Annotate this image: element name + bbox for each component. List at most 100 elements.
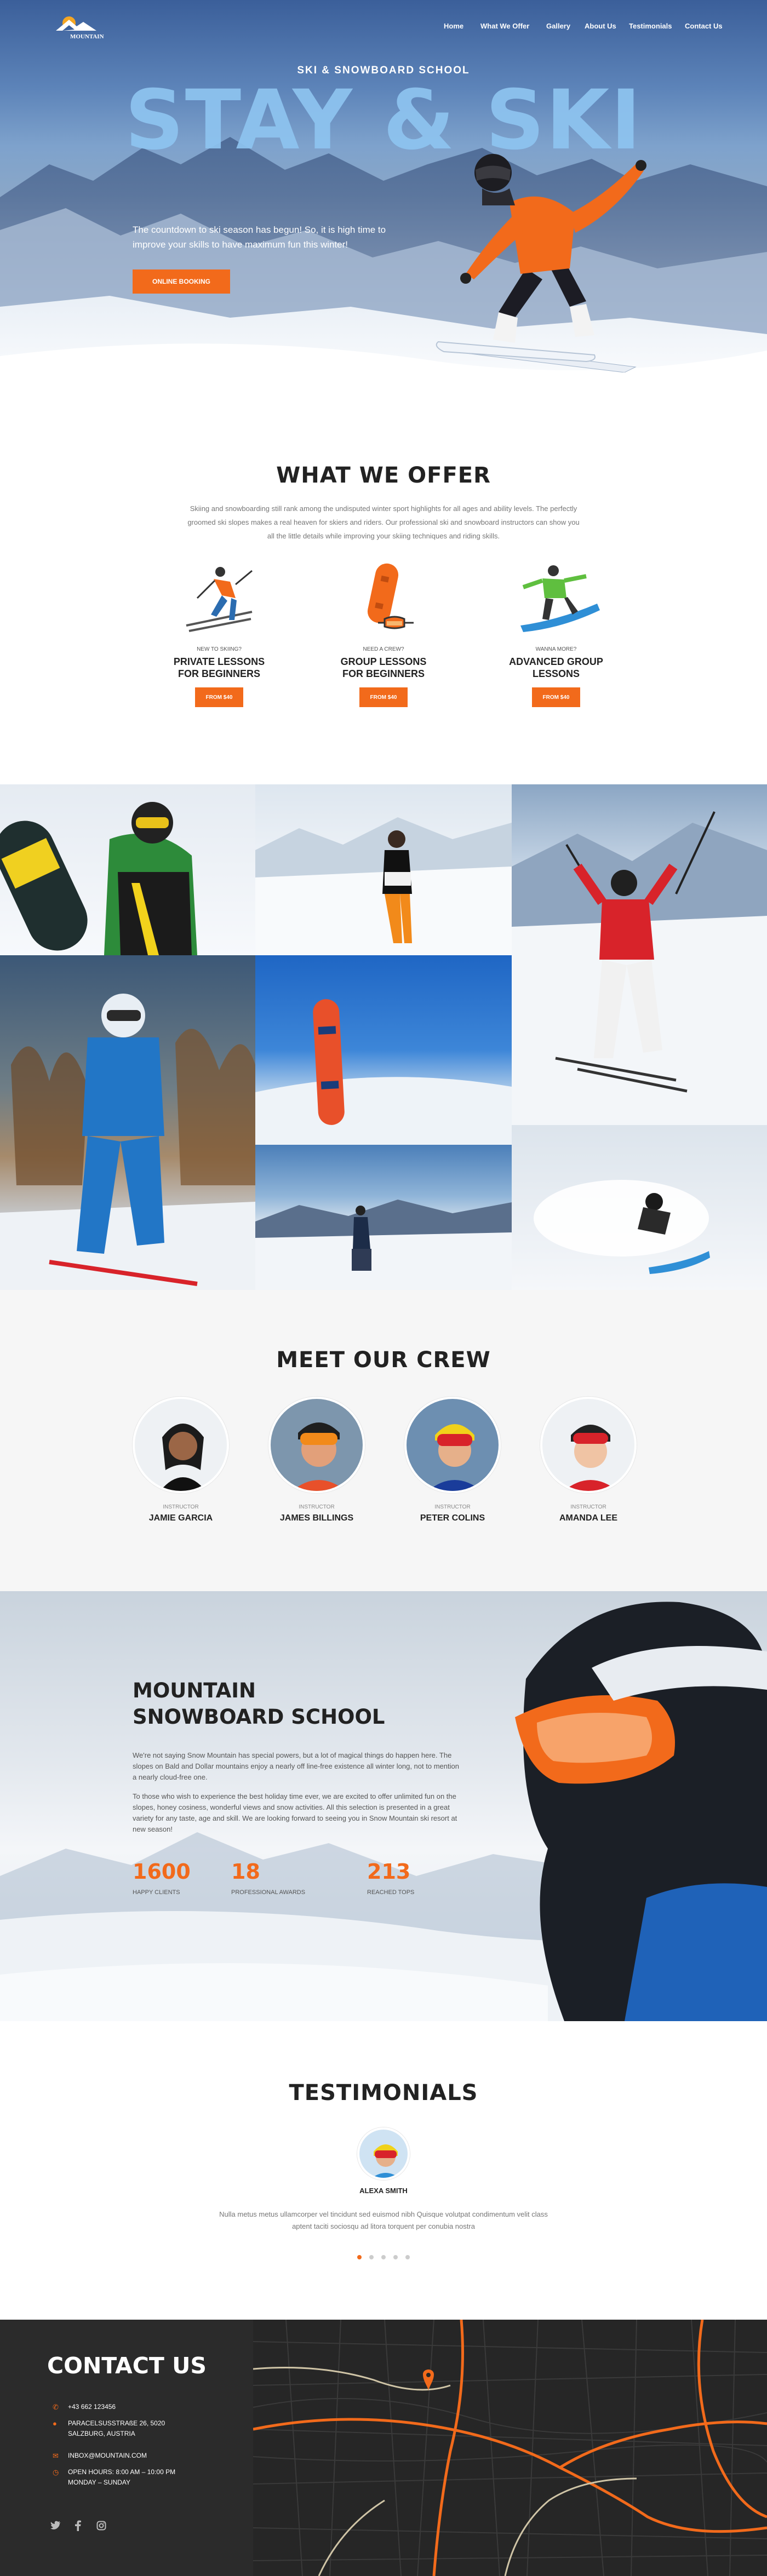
snowboarder-icon (520, 565, 600, 632)
testimonial-quote: Nulla metus metus ullamcorper vel tincid… (219, 2210, 548, 2230)
nav-home[interactable]: Home (444, 22, 463, 30)
offer-price-button[interactable]: FROM $40 (532, 687, 580, 707)
hero-snowboarder-illustration (436, 154, 646, 372)
slider-dot[interactable] (405, 2255, 410, 2259)
skier-icon (186, 567, 253, 632)
logo[interactable]: MOUNTAIN (53, 10, 118, 43)
facebook-icon[interactable] (75, 2520, 81, 2531)
gallery-photo-skier-blue[interactable] (0, 955, 255, 1290)
contact-hours-text: OPEN HOURS: 8:00 AM – 10:00 PM MONDAY – … (68, 2467, 175, 2488)
gallery-photo-skier-red[interactable] (512, 784, 767, 1125)
address-line2: SALZBURG, AUSTRIA (68, 2430, 135, 2437)
crew-card: INSTRUCTOR AMANDA LEE (534, 1397, 643, 1523)
crew-name: JAMIE GARCIA (148, 1513, 213, 1523)
contact-phone: ✆ +43 662 123456 (53, 2402, 116, 2412)
crew-title: MEET OUR CREW (276, 1347, 491, 1373)
crew-card: INSTRUCTOR PETER COLINS (398, 1397, 507, 1523)
school-paragraph-2: To those who wish to experience the best… (133, 1792, 457, 1833)
gallery-photo-snowboarder-spray[interactable] (512, 1125, 767, 1290)
avatar[interactable] (540, 1397, 637, 1493)
stat-label: HAPPY CLIENTS (133, 1889, 180, 1896)
offer-eyebrow: WANNA MORE? (535, 646, 577, 652)
slider-dot-active[interactable] (357, 2255, 362, 2259)
offer-eyebrow: NEED A CREW? (363, 646, 404, 652)
offer-eyebrow: NEW TO SKIING? (197, 646, 242, 652)
avatar[interactable] (268, 1397, 365, 1493)
offer-card-title: GROUP LESSONS FOR BEGINNERS (329, 656, 438, 680)
nav-contact-us[interactable]: Contact Us (685, 22, 723, 30)
crew-name: AMANDA LEE (559, 1513, 618, 1523)
contact-address-text: PARACELSUSSTRAßE 26, 5020 SALZBURG, AUST… (68, 2418, 165, 2439)
location-icon: ● (53, 2419, 57, 2428)
school-title-line2: SNOWBOARD SCHOOL (133, 1705, 385, 1729)
crew-role: INSTRUCTOR (299, 1504, 335, 1510)
offer-card-title-line2: LESSONS (532, 668, 580, 679)
offer-title: WHAT WE OFFER (276, 463, 491, 488)
offer-card-title-line2: FOR BEGINNERS (178, 668, 260, 679)
offer-card-advanced: WANNA MORE? ADVANCED GROUP LESSONS FROM … (501, 560, 611, 707)
school-title: MOUNTAIN SNOWBOARD SCHOOL (133, 1678, 385, 1730)
online-booking-button[interactable]: ONLINE BOOKING (133, 269, 230, 294)
contact-email-text[interactable]: INBOX@MOUNTAIN.COM (68, 2451, 147, 2461)
mail-icon: ✉ (53, 2452, 59, 2460)
slider-dot[interactable] (381, 2255, 386, 2259)
crew-name: PETER COLINS (420, 1513, 485, 1523)
stat-label: PROFESSIONAL AWARDS (231, 1889, 306, 1896)
contact-phone-text: +43 662 123456 (68, 2403, 116, 2411)
contact-section: CONTACT US (0, 2320, 767, 2576)
slider-dot[interactable] (393, 2255, 398, 2259)
offer-card-title: ADVANCED GROUP LESSONS (501, 656, 611, 680)
nav-about-us[interactable]: About Us (585, 22, 616, 30)
offer-card-title-line1: GROUP LESSONS (340, 656, 427, 667)
gallery-photo-snowboarder-green[interactable] (0, 784, 255, 955)
stat-label: REACHED TOPS (367, 1889, 415, 1896)
crew-name: JAMES BILLINGS (279, 1513, 354, 1523)
offer-card-title: PRIVATE LESSONS FOR BEGINNERS (164, 656, 274, 680)
stat-value: 1600 (133, 1860, 191, 1884)
nav-gallery[interactable]: Gallery (546, 22, 570, 30)
offer-card-private: NEW TO SKIING? PRIVATE LESSONS FOR BEGIN… (164, 560, 274, 707)
address-line1: PARACELSUSSTRAßE 26, 5020 (68, 2419, 165, 2427)
avatar[interactable] (133, 1397, 229, 1493)
slider-dot[interactable] (369, 2255, 374, 2259)
testimonial-name: ALEXA SMITH (359, 2187, 408, 2195)
clock-icon: ◷ (53, 2468, 59, 2476)
avatar[interactable] (404, 1397, 501, 1493)
logo-text: MOUNTAIN (70, 33, 104, 40)
avatar (357, 2127, 410, 2180)
contact-email: ✉ INBOX@MOUNTAIN.COM (53, 2451, 147, 2461)
contact-address: ● PARACELSUSSTRAßE 26, 5020 SALZBURG, AU… (53, 2418, 165, 2439)
school-title-line1: MOUNTAIN (133, 1679, 256, 1702)
phone-icon: ✆ (53, 2403, 59, 2411)
gallery-photo-snowboard-standing[interactable] (255, 955, 512, 1145)
map[interactable] (253, 2320, 767, 2576)
hero-section: MOUNTAIN Home What We Offer Gallery Abou… (0, 0, 767, 405)
crew-role: INSTRUCTOR (570, 1504, 606, 1510)
instagram-icon[interactable] (96, 2521, 106, 2531)
stat-value: 18 (231, 1860, 260, 1884)
offer-card-title-line1: PRIVATE LESSONS (173, 656, 265, 667)
offer-price-button[interactable]: FROM $40 (359, 687, 408, 707)
crew-section (0, 1290, 767, 1591)
offer-card-title-line1: ADVANCED GROUP (509, 656, 603, 667)
gallery-photo-woman-snow[interactable] (255, 784, 512, 955)
nav-what-we-offer[interactable]: What We Offer (480, 22, 529, 30)
testimonials-title: TESTIMONIALS (289, 2080, 478, 2105)
crew-role: INSTRUCTOR (163, 1504, 199, 1510)
school-paragraph-1: We're not saying Snow Mountain has speci… (133, 1751, 459, 1781)
gallery-photo-rider-mountains[interactable] (255, 1145, 512, 1290)
contact-hours: ◷ OPEN HOURS: 8:00 AM – 10:00 PM MONDAY … (53, 2467, 175, 2488)
nav-testimonials[interactable]: Testimonials (629, 22, 672, 30)
offer-price-button[interactable]: FROM $40 (195, 687, 243, 707)
offer-card-title-line2: FOR BEGINNERS (342, 668, 425, 679)
offer-card-group: NEED A CREW? GROUP LESSONS FOR BEGINNERS… (329, 560, 438, 707)
hours-line1: OPEN HOURS: 8:00 AM – 10:00 PM (68, 2468, 176, 2476)
crew-role: INSTRUCTOR (434, 1504, 471, 1510)
school-section: MOUNTAIN SNOWBOARD SCHOOL We're not sayi… (0, 1591, 767, 2021)
offer-intro: Skiing and snowboarding still rank among… (187, 504, 580, 540)
twitter-icon[interactable] (50, 2521, 61, 2531)
contact-title: CONTACT US (47, 2353, 207, 2379)
snowboard-goggles-icon (367, 563, 414, 629)
hours-line2: MONDAY – SUNDAY (68, 2479, 131, 2486)
crew-card: INSTRUCTOR JAMIE GARCIA (126, 1397, 236, 1523)
